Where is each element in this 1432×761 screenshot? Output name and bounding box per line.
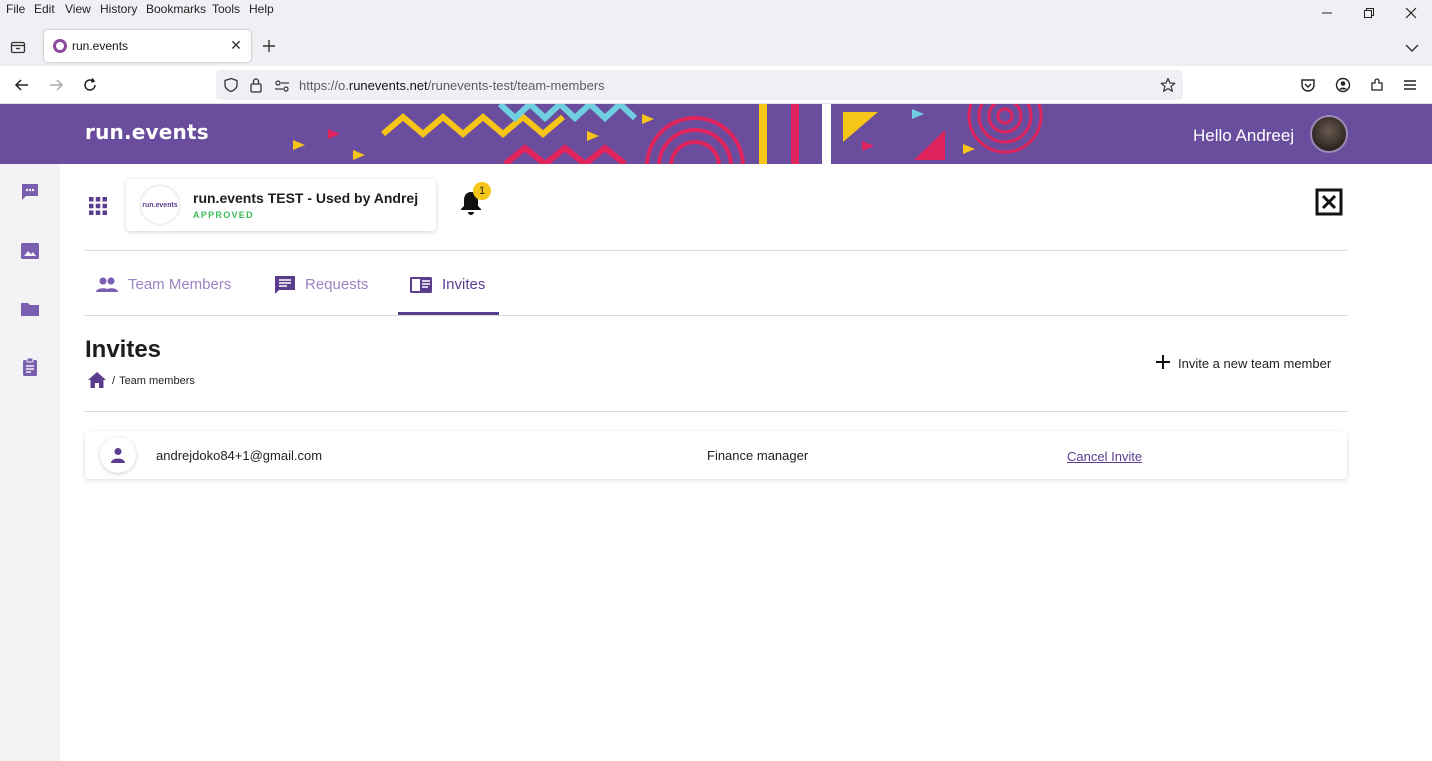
browser-tab[interactable]: run.events ✕ (44, 30, 251, 62)
menu-history[interactable]: History (100, 2, 137, 16)
url-text[interactable]: https://o.runevents.net/runevents-test/t… (299, 78, 605, 93)
home-icon[interactable] (88, 371, 106, 391)
run-events-logo[interactable]: run.events (85, 120, 209, 144)
breadcrumb-separator: / (112, 375, 116, 387)
hamburger-menu-icon[interactable] (1399, 74, 1421, 96)
menu-help[interactable]: Help (249, 2, 274, 16)
close-icon[interactable] (1315, 188, 1343, 216)
cancel-invite-link[interactable]: Cancel Invite (1067, 449, 1142, 464)
back-icon[interactable] (11, 74, 33, 96)
breadcrumb-team-members[interactable]: Team members (119, 375, 195, 387)
tab-label: Team Members (128, 276, 232, 293)
greeting-text: Hello Andreej (1193, 126, 1295, 145)
breadcrumb: / Team members (88, 371, 195, 391)
comment-icon (275, 276, 295, 298)
left-sidebar (0, 164, 60, 761)
header-divider (85, 250, 1347, 251)
tab-label: Requests (305, 276, 369, 293)
menu-edit[interactable]: Edit (34, 2, 55, 16)
org-name: run.events TEST - Used by Andrej (193, 190, 419, 206)
app-banner: run.events Hello Andreej (0, 104, 1432, 164)
tab-strip: run.events ✕ (0, 28, 1432, 66)
tab-requests[interactable]: Requests (275, 276, 368, 314)
bookmark-star-icon[interactable] (1160, 77, 1176, 98)
tab-label: Invites (442, 276, 486, 293)
menu-bookmarks[interactable]: Bookmarks (146, 2, 206, 16)
org-status-badge: APPROVED (193, 210, 254, 220)
clipboard-icon[interactable] (20, 357, 40, 377)
notification-count-badge: 1 (473, 182, 491, 200)
restore-icon[interactable] (1357, 4, 1381, 22)
page-title: Invites (85, 336, 162, 363)
tab-team-members[interactable]: Team Members (96, 276, 231, 314)
permissions-icon[interactable] (274, 79, 290, 97)
org-logo: run.events (141, 186, 179, 224)
favicon-icon (53, 39, 67, 53)
reload-icon[interactable] (79, 74, 101, 96)
apps-grid-icon[interactable] (89, 197, 107, 215)
main-content: run.events run.events TEST - Used by And… (60, 164, 1432, 761)
url-bar[interactable]: https://o.runevents.net/runevents-test/t… (216, 70, 1183, 100)
menu-view[interactable]: View (65, 2, 91, 16)
invite-new-member-button[interactable]: Invite a new team member (1156, 355, 1331, 372)
invite-row: andrejdoko84+1@gmail.com Finance manager… (85, 431, 1347, 479)
people-icon (96, 276, 118, 298)
new-tab-icon[interactable] (261, 38, 277, 59)
banner-divider (822, 104, 831, 164)
plus-icon (1156, 355, 1170, 372)
tab-title: run.events (72, 39, 129, 53)
chat-icon[interactable] (20, 182, 40, 202)
tab-invites[interactable]: Invites (410, 276, 485, 314)
pocket-icon[interactable] (1297, 74, 1319, 96)
invite-email: andrejdoko84+1@gmail.com (156, 448, 323, 463)
invite-button-label: Invite a new team member (1178, 356, 1332, 371)
folder-icon[interactable] (20, 299, 40, 319)
content-divider (85, 411, 1347, 412)
chevron-down-icon[interactable] (1405, 40, 1419, 58)
tabs-divider (85, 315, 1347, 316)
user-avatar[interactable] (1310, 115, 1348, 153)
nav-bar: https://o.runevents.net/runevents-test/t… (0, 66, 1432, 104)
forward-icon[interactable] (45, 74, 67, 96)
account-icon[interactable] (1332, 74, 1354, 96)
shield-icon[interactable] (223, 77, 239, 98)
extensions-icon[interactable] (1366, 74, 1388, 96)
close-window-icon[interactable] (1399, 4, 1423, 22)
image-icon[interactable] (20, 241, 40, 261)
tab-list-icon[interactable] (10, 39, 26, 60)
menu-bar: File Edit View History Bookmarks Tools H… (0, 0, 1432, 28)
organization-card[interactable]: run.events run.events TEST - Used by And… (126, 179, 436, 231)
invite-card-icon (410, 276, 432, 298)
menu-tools[interactable]: Tools (212, 2, 240, 16)
menu-file[interactable]: File (6, 2, 25, 16)
invite-role: Finance manager (707, 448, 809, 463)
close-tab-icon[interactable]: ✕ (228, 37, 244, 53)
minimize-icon[interactable] (1315, 4, 1339, 22)
lock-icon[interactable] (249, 77, 263, 98)
person-icon (100, 437, 136, 473)
